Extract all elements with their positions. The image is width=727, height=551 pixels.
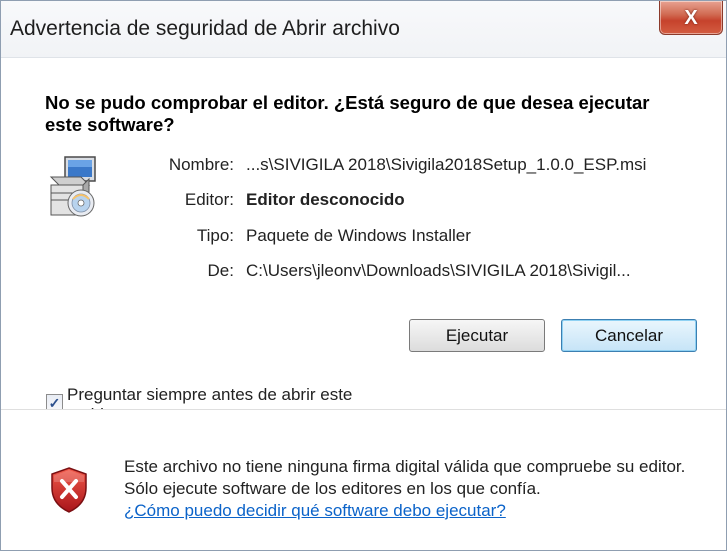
close-button[interactable]: X xyxy=(659,1,723,35)
shield-error-icon xyxy=(51,467,87,513)
warning-footer: Este archivo no tiene ninguna firma digi… xyxy=(1,409,726,550)
field-label: Nombre: xyxy=(168,155,234,174)
installer-package-icon xyxy=(49,156,96,217)
field-label: Tipo: xyxy=(196,226,234,245)
dialog-content: No se pudo comprobar el editor. ¿Está se… xyxy=(1,58,726,424)
warning-message: Este archivo no tiene ninguna firma digi… xyxy=(124,456,704,522)
checkmark-icon: ✓ xyxy=(48,394,61,411)
publisher-value: Editor desconocido xyxy=(246,190,405,209)
cancel-button[interactable]: Cancelar xyxy=(561,319,697,352)
run-button[interactable]: Ejecutar xyxy=(409,319,545,352)
window-title: Advertencia de seguridad de Abrir archiv… xyxy=(10,17,400,40)
field-label: Editor: xyxy=(184,190,234,209)
help-link[interactable]: ¿Cómo puedo decidir qué software debo ej… xyxy=(124,501,506,520)
close-icon: X xyxy=(684,6,698,29)
file-name-value: ...s\SIVIGILA 2018\Sivigila2018Setup_1.0… xyxy=(246,155,647,174)
warning-text: Este archivo no tiene ninguna firma digi… xyxy=(124,457,686,498)
dialog-heading: No se pudo comprobar el editor. ¿Está se… xyxy=(45,92,650,135)
file-source-value: C:\Users\jleonv\Downloads\SIVIGILA 2018\… xyxy=(246,261,631,280)
security-warning-dialog: Advertencia de seguridad de Abrir archiv… xyxy=(0,0,727,551)
field-label: De: xyxy=(207,261,234,280)
file-type-value: Paquete de Windows Installer xyxy=(246,226,471,245)
title-bar[interactable]: Advertencia de seguridad de Abrir archiv… xyxy=(1,1,726,58)
